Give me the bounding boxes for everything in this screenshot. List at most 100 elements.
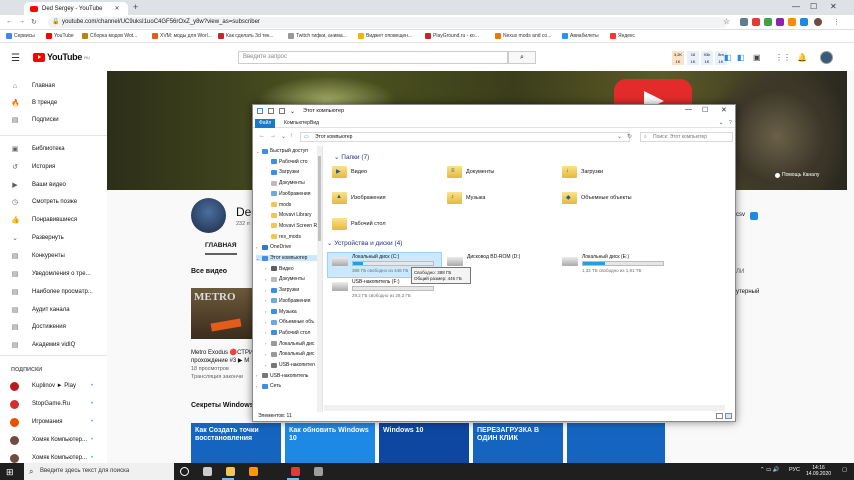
folder-item[interactable]: Рабочий стол xyxy=(332,218,386,230)
expand-chevron-icon[interactable]: › xyxy=(265,352,269,357)
bookmark-item[interactable]: Сервисы xyxy=(6,33,35,39)
forward-arrow-icon[interactable]: → xyxy=(270,133,276,139)
bookmark-item[interactable]: Авиабилеты xyxy=(562,33,599,39)
folder-item[interactable]: ≡ Документы xyxy=(447,166,494,178)
folder-item[interactable]: ↓ Загрузки xyxy=(562,166,603,178)
nav-tree-item[interactable]: › Рабочий стол xyxy=(265,330,310,336)
folder-item[interactable]: ▲ Изображения xyxy=(332,192,386,204)
quick-access-icon[interactable] xyxy=(268,108,274,114)
bookmark-item[interactable]: Сборка модов Wot... xyxy=(82,33,137,39)
maximize-button[interactable]: ☐ xyxy=(810,2,817,11)
vidiq-stat[interactable]: 16 1K xyxy=(687,51,699,65)
bookmark-item[interactable]: Виджет оповещен... xyxy=(358,33,412,39)
section-title[interactable]: Секреты Windows xyxy=(191,402,254,409)
explorer-address-bar[interactable]: ▭ Этот компьютер xyxy=(300,132,630,142)
sidebar-item-library[interactable]: ▣ Библиотека xyxy=(0,142,107,156)
sidebar-item-trend-alerts[interactable]: ▤ Уведомления о тре... xyxy=(0,267,107,281)
reload-icon[interactable]: ↻ xyxy=(31,18,37,26)
youtube-logo[interactable]: YouTube RU xyxy=(33,52,90,62)
nav-tree-item[interactable]: › Музыка xyxy=(265,309,297,315)
nav-tree-item[interactable]: › Объемные объ xyxy=(265,319,314,325)
sidebar-item-your-videos[interactable]: ▶ Ваши видео xyxy=(0,178,107,192)
subscription-item[interactable]: Kuplinov ► Play • xyxy=(0,379,107,393)
sidebar-item-liked[interactable]: 👍 Понравившиеся xyxy=(0,213,107,227)
extension-icon[interactable] xyxy=(752,18,760,26)
expand-chevron-icon[interactable]: ⌄ xyxy=(256,149,260,154)
sidebar-item-competitors[interactable]: ▤ Конкуренты xyxy=(0,249,107,263)
expand-chevron-icon[interactable]: › xyxy=(256,384,260,389)
subscription-item[interactable]: StopGame.Ru • xyxy=(0,397,107,411)
input-language[interactable]: РУС xyxy=(789,467,800,473)
vidiq-stat[interactable]: 3,2K 1K xyxy=(672,51,684,65)
expand-chevron-icon[interactable]: › xyxy=(265,330,269,335)
nav-tree-item[interactable]: Изображения xyxy=(265,191,310,197)
bookmark-item[interactable]: Как сделать 3d тек... xyxy=(218,33,274,39)
nav-tree-item[interactable]: res_mods xyxy=(265,234,301,240)
create-video-icon[interactable]: ▣ xyxy=(753,53,761,62)
forward-icon[interactable]: → xyxy=(18,18,25,25)
sidebar-item-trending[interactable]: 🔥 В тренде xyxy=(0,96,107,110)
folder-item[interactable]: ◆ Объемные объекты xyxy=(562,192,632,204)
nav-tree-item[interactable]: › OneDrive xyxy=(256,244,291,250)
back-icon[interactable]: ← xyxy=(6,18,13,25)
expand-chevron-icon[interactable]: › xyxy=(265,363,269,368)
group-header-folders[interactable]: ⌄ Папки (7) xyxy=(334,153,369,161)
video-thumbnail[interactable] xyxy=(567,423,665,463)
chrome-icon[interactable] xyxy=(291,467,300,476)
bookmark-item[interactable]: Nexus mods and co... xyxy=(495,33,551,39)
expand-chevron-icon[interactable]: › xyxy=(265,309,269,314)
bookmark-item[interactable]: PlayGround.ru - ко... xyxy=(425,33,479,39)
new-tab-button[interactable]: + xyxy=(133,2,138,12)
sidebar-item-expand[interactable]: ⌄ Развернуть xyxy=(0,231,107,245)
tab-close-icon[interactable]: ✕ xyxy=(115,5,120,12)
extension-icon[interactable] xyxy=(776,18,784,26)
nav-tree-item[interactable]: Movavi Library xyxy=(265,212,312,218)
bookmark-item[interactable]: YouTube xyxy=(46,33,74,39)
app-orange-icon[interactable] xyxy=(249,467,258,476)
tab-file[interactable]: Файл xyxy=(255,119,276,128)
notifications-icon[interactable]: ▢ xyxy=(842,467,847,473)
nav-tree-item[interactable]: › USB-накопитель xyxy=(256,373,308,379)
address-dropdown-icon[interactable]: ⌄ xyxy=(617,133,622,140)
cortana-icon[interactable] xyxy=(180,467,189,476)
vidiq-icon[interactable]: ◧ xyxy=(724,53,732,62)
video-thumbnail[interactable]: METRO xyxy=(191,288,253,339)
expand-chevron-icon[interactable]: › xyxy=(265,277,269,282)
chevron-down-icon[interactable]: ⌄ xyxy=(290,108,296,115)
maximize-button[interactable]: ☐ xyxy=(702,106,708,114)
video-title[interactable]: Metro Exodus 🔴СТРИ xyxy=(191,349,253,356)
nav-tree-item[interactable]: › Сеть xyxy=(256,383,281,389)
expand-chevron-icon[interactable]: › xyxy=(265,341,269,346)
video-thumbnail[interactable]: ПЕРЕЗАГРУЗКА В ОДИН КЛИК xyxy=(473,423,563,463)
minimize-button[interactable]: — xyxy=(792,2,800,11)
task-view-icon[interactable] xyxy=(203,467,212,476)
subscription-item[interactable]: Игромания • xyxy=(0,415,107,429)
bookmark-star-icon[interactable]: ☆ xyxy=(723,17,730,26)
sidebar-item-most-viewed[interactable]: ▤ Наиболее просматр... xyxy=(0,285,107,299)
apps-grid-icon[interactable]: ⋮⋮ xyxy=(775,53,791,62)
extension-icon[interactable] xyxy=(800,18,808,26)
subscription-item[interactable]: Хомяк Компьютер... • xyxy=(0,433,107,447)
expand-chevron-icon[interactable]: › xyxy=(256,245,260,250)
horizontal-scrollbar[interactable] xyxy=(324,405,725,411)
notifications-bell-icon[interactable]: 🔔 xyxy=(797,53,807,62)
extension-icon[interactable] xyxy=(764,18,772,26)
help-icon[interactable]: ? xyxy=(725,119,736,128)
taskbar-search-input[interactable]: Введите здесь текст для поиска xyxy=(24,463,174,480)
tab-home[interactable]: ГЛАВНАЯ xyxy=(205,242,237,255)
sidebar-item-achievements[interactable]: ▤ Достижения xyxy=(0,320,107,334)
minimize-button[interactable]: — xyxy=(685,106,692,113)
details-view-icon[interactable] xyxy=(716,413,723,419)
app-monitor-icon[interactable] xyxy=(314,467,323,476)
nav-tree-item[interactable]: ⌄ Этот компьютер xyxy=(256,255,320,261)
nav-tree-item[interactable]: › Документы xyxy=(265,276,305,282)
nav-tree-item[interactable]: › Локальный дис xyxy=(265,341,314,347)
group-header-drives[interactable]: ⌄ Устройства и диски (4) xyxy=(327,239,402,247)
nav-tree-item[interactable]: ⌄ Быстрый доступ xyxy=(256,148,308,154)
bookmark-item[interactable]: Twitch гифки, анима... xyxy=(288,33,347,39)
video-title-line2[interactable]: прохождение #3 ▶ М xyxy=(191,357,249,364)
quick-access-icon[interactable] xyxy=(279,108,285,114)
scrollbar-thumb[interactable] xyxy=(318,156,321,241)
expand-chevron-icon[interactable]: › xyxy=(265,298,269,303)
extension-icon[interactable] xyxy=(740,18,748,26)
